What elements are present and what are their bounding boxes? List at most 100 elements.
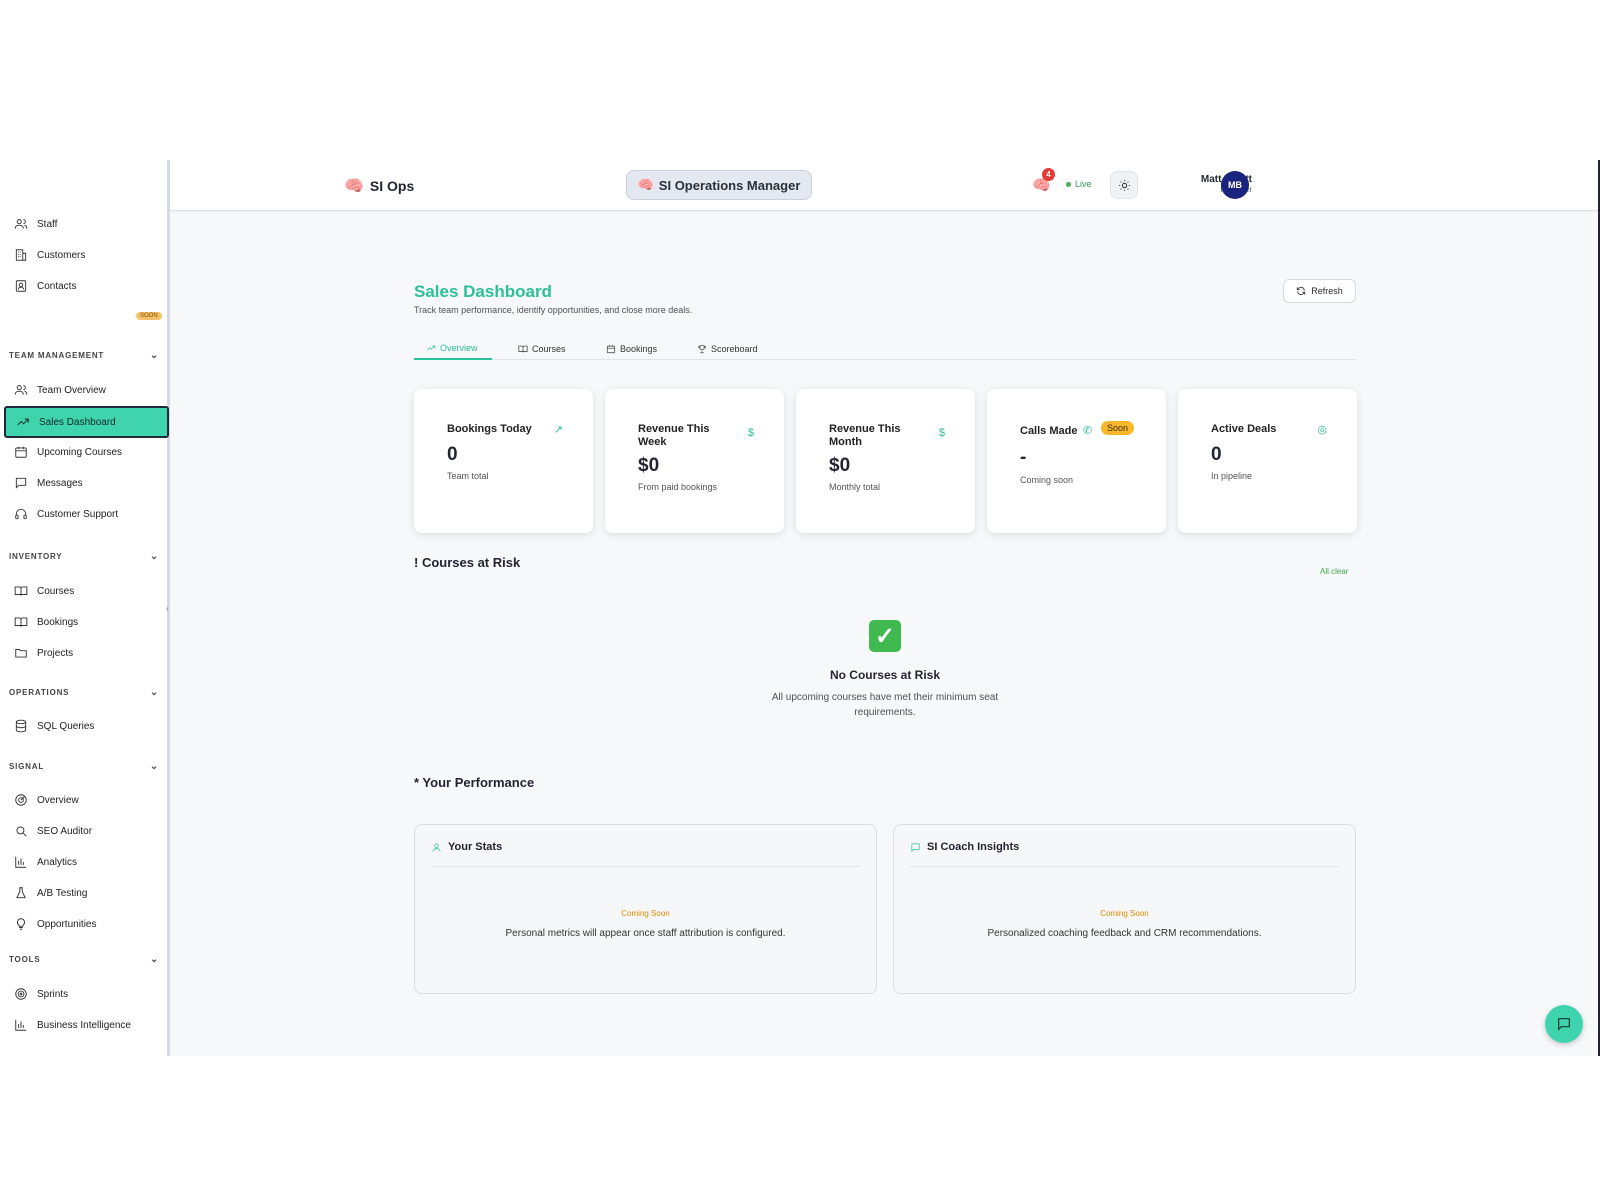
sidebar-item-bookings[interactable]: Bookings [4, 608, 169, 636]
panel-header: Your Stats [431, 841, 502, 853]
divider [910, 866, 1339, 867]
stat-card-revenue-month: Revenue This Month $ $0 Monthly total [796, 389, 975, 533]
avatar[interactable]: MB [1221, 171, 1249, 199]
tab-scoreboard[interactable]: Scoreboard [697, 338, 758, 360]
sun-icon [1118, 179, 1130, 191]
users-icon [14, 219, 28, 229]
courses-at-risk-title: ! Courses at Risk [414, 555, 521, 570]
chevron-down-icon: ⌄ [149, 761, 159, 772]
card-value: $0 [829, 455, 851, 476]
card-subtext: In pipeline [1211, 471, 1253, 481]
page-subtitle: Track team performance, identify opportu… [414, 305, 693, 315]
sidebar-item-staff[interactable]: Staff [4, 210, 169, 238]
check-icon: ✓ [869, 620, 901, 652]
section-title: INVENTORY [9, 552, 63, 561]
stat-card-bookings-today: Bookings Today ↗ 0 Team total [414, 389, 593, 533]
sidebar: Staff Customers Contacts SOON TEAM MANAG… [0, 160, 170, 1056]
empty-description: All upcoming courses have met their mini… [771, 692, 999, 718]
sidebar-item-label: Opportunities [37, 918, 97, 930]
sidebar-item-label: Bookings [37, 616, 79, 628]
stat-card-calls-made: Calls Made ✆ Soon - Coming soon [987, 389, 1166, 533]
sidebar-item-business-intelligence[interactable]: Business Intelligence [4, 1011, 169, 1039]
card-subtext: Monthly total [829, 482, 881, 492]
brand-name: SI Ops [369, 178, 415, 194]
panel-header: SI Coach Insights [910, 841, 1019, 853]
notifications-button[interactable]: 🧠 4 [1032, 168, 1055, 194]
sidebar-item-ab-testing[interactable]: A/B Testing [4, 879, 169, 907]
sidebar-item-label: Contacts [37, 280, 77, 292]
app-window: 🧠 SI Ops 🧠 SI Operations Manager 🧠 4 Liv… [0, 160, 1600, 1056]
theme-toggle-button[interactable] [1110, 171, 1138, 199]
collapse-sidebar-icon[interactable]: ‹ [166, 604, 169, 613]
coach-insights-panel: SI Coach Insights Coming Soon Personaliz… [893, 824, 1356, 994]
section-team-management[interactable]: TEAM MANAGEMENT ⌄ [9, 350, 159, 361]
tab-overview[interactable]: Overview [414, 338, 492, 360]
search-icon [16, 826, 27, 837]
sidebar-item-seo-auditor[interactable]: SEO Auditor [4, 817, 169, 845]
message-icon [15, 477, 27, 489]
tab-label: Scoreboard [711, 344, 758, 354]
sidebar-item-upcoming-courses[interactable]: Upcoming Courses [4, 438, 169, 466]
book-icon [14, 586, 28, 596]
card-subtext: Coming soon [1020, 475, 1074, 485]
notification-badge: 4 [1042, 168, 1055, 181]
sidebar-item-overview[interactable]: Overview [4, 786, 169, 814]
tab-bookings[interactable]: Bookings [606, 338, 657, 360]
building-icon [15, 249, 27, 261]
card-label: Active Deals [1211, 423, 1277, 435]
card-value: $0 [638, 455, 660, 476]
refresh-button[interactable]: Refresh [1283, 279, 1356, 303]
sidebar-item-label: Sales Dashboard [39, 416, 116, 428]
divider [431, 866, 860, 867]
brain-icon: 🧠 [637, 177, 654, 192]
sidebar-item-analytics[interactable]: Analytics [4, 848, 169, 876]
brand-logo[interactable]: 🧠 SI Ops [344, 176, 414, 196]
card-subtext: Team total [447, 471, 489, 481]
panel-title: SI Coach Insights [927, 841, 1020, 853]
tab-label: Courses [532, 344, 566, 354]
section-tools[interactable]: TOOLS ⌄ [9, 954, 159, 965]
sidebar-item-label: Customer Support [37, 508, 119, 520]
bar-chart-icon [15, 856, 27, 868]
sidebar-item-courses[interactable]: Courses [4, 577, 169, 605]
calendar-icon [606, 345, 616, 354]
your-stats-panel: Your Stats Coming Soon Personal metrics … [414, 824, 877, 994]
chat-icon [1558, 1018, 1570, 1031]
bar-chart-icon [15, 1019, 27, 1031]
tab-courses[interactable]: Courses [518, 338, 566, 360]
sidebar-item-messages[interactable]: Messages [4, 469, 169, 497]
stat-card-active-deals: Active Deals ◎ 0 In pipeline [1178, 389, 1357, 533]
section-title: SIGNAL [9, 762, 45, 771]
dollar-icon: $ [747, 427, 754, 439]
radar-icon [15, 794, 27, 806]
refresh-label: Refresh [1311, 286, 1343, 296]
tab-label: Overview [440, 343, 478, 353]
sidebar-item-customer-support[interactable]: Customer Support [4, 500, 169, 528]
section-signal[interactable]: SIGNAL ⌄ [9, 761, 159, 772]
soon-badge: Soon [1101, 421, 1135, 435]
section-operations[interactable]: OPERATIONS ⌄ [9, 687, 159, 698]
sidebar-item-contacts[interactable]: Contacts [4, 272, 169, 300]
sidebar-item-customers[interactable]: Customers [4, 241, 169, 269]
sidebar-item-label: Courses [37, 585, 75, 597]
sidebar-item-sprints[interactable]: Sprints [4, 980, 169, 1008]
sidebar-item-sales-dashboard[interactable]: Sales Dashboard [4, 406, 169, 438]
sidebar-item-opportunities[interactable]: Opportunities [4, 910, 169, 938]
sidebar-item-team-overview[interactable]: Team Overview [4, 376, 169, 404]
sidebar-item-sql-queries[interactable]: SQL Queries [4, 712, 169, 740]
all-clear-status: All clear [1320, 567, 1349, 576]
chevron-down-icon: ⌄ [149, 551, 159, 562]
refresh-icon [1297, 286, 1306, 296]
chat-button[interactable] [1545, 1005, 1583, 1043]
app-title-pill[interactable]: 🧠 SI Operations Manager [626, 170, 812, 200]
sidebar-item-label: Team Overview [37, 384, 106, 396]
sidebar-item-label: Business Intelligence [37, 1019, 131, 1031]
card-value: - [1020, 447, 1027, 468]
sidebar-item-label: Projects [37, 647, 74, 659]
sidebar-item-label: A/B Testing [37, 887, 88, 899]
section-inventory[interactable]: INVENTORY ⌄ [9, 551, 159, 562]
sidebar-item-label: Staff [37, 218, 58, 230]
sidebar-item-label: Messages [37, 477, 83, 489]
sidebar-item-projects[interactable]: Projects [4, 639, 169, 667]
card-value: 0 [447, 444, 458, 465]
